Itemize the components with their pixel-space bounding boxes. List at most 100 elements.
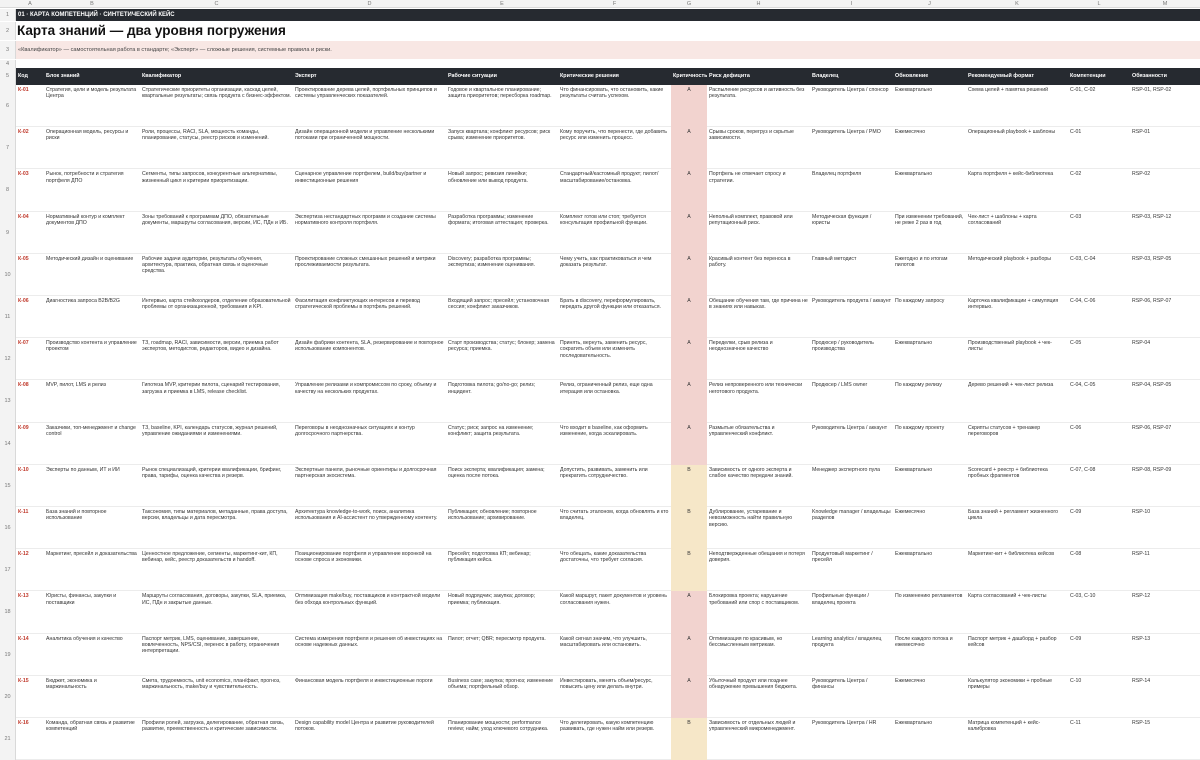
table-cell[interactable]: RSP-04 — [1130, 340, 1200, 379]
criticality-cell[interactable]: A — [671, 380, 707, 423]
table-cell[interactable]: Зависимость от отдельных людей и управле… — [707, 720, 810, 759]
table-cell[interactable]: С-08 — [1068, 551, 1130, 590]
table-cell[interactable]: ТЗ, roadmap, RACI, зависимости, версии, … — [140, 340, 293, 379]
table-cell[interactable]: Discovery; разработка программы; эксперт… — [446, 256, 558, 295]
table-cell[interactable]: Рынок, потребности и стратегия портфеля … — [44, 171, 140, 210]
row-number[interactable]: 14 — [0, 422, 16, 465]
table-cell[interactable]: RSP-14 — [1130, 678, 1200, 717]
column-header[interactable]: Критические решения — [558, 68, 671, 85]
row-number[interactable]: 7 — [0, 127, 16, 170]
table-cell[interactable]: Позиционирование портфеля и управление в… — [293, 551, 446, 590]
row-number[interactable]: 4 — [0, 60, 16, 68]
table-cell[interactable]: RSP-11 — [1130, 551, 1200, 590]
competency-code[interactable]: К-10 — [16, 467, 44, 506]
table-cell[interactable]: Design capability model Центра и развити… — [293, 720, 446, 759]
table-cell[interactable]: Запуск квартала; конфликт ресурсов; риск… — [446, 129, 558, 168]
table-cell[interactable]: Владелец портфеля — [810, 171, 893, 210]
table-cell[interactable]: С-05 — [1068, 340, 1130, 379]
table-cell[interactable]: Планирование мощности; performance revie… — [446, 720, 558, 759]
table-cell[interactable]: Аналитика обучения и качество — [44, 636, 140, 675]
table-cell[interactable]: Неподтвержденные обещания и потеря довер… — [707, 551, 810, 590]
table-cell[interactable]: С-03, С-10 — [1068, 593, 1130, 632]
table-cell[interactable]: Брать в discovery, переформулировать, пе… — [558, 298, 671, 337]
table-cell[interactable]: Экспертные панели, рыночные ориентиры и … — [293, 467, 446, 506]
column-header[interactable]: Критичность — [671, 68, 707, 85]
table-cell[interactable]: Проектирование сложных смешанных решений… — [293, 256, 446, 295]
competency-code[interactable]: К-16 — [16, 720, 44, 759]
table-cell[interactable]: Ежемесячно — [893, 678, 966, 717]
table-cell[interactable]: RSP-03, RSP-05 — [1130, 256, 1200, 295]
table-cell[interactable]: Руководитель Центра / финансы — [810, 678, 893, 717]
table-cell[interactable]: Юристы, финансы, закупки и поставщики — [44, 593, 140, 632]
criticality-cell[interactable]: B — [671, 507, 707, 550]
table-cell[interactable]: С-07, С-08 — [1068, 467, 1130, 506]
table-cell[interactable]: Проектирование дерева целей, портфельных… — [293, 87, 446, 126]
table-cell[interactable]: Руководитель Центра / PMO — [810, 129, 893, 168]
table-cell[interactable]: С-06 — [1068, 425, 1130, 464]
column-header[interactable]: Блок знаний — [44, 68, 140, 85]
table-cell[interactable]: Система измерения портфеля и решения об … — [293, 636, 446, 675]
table-cell[interactable]: Ежемесячно — [893, 129, 966, 168]
competency-code[interactable]: К-15 — [16, 678, 44, 717]
criticality-cell[interactable]: A — [671, 253, 707, 296]
table-cell[interactable]: Операционный playbook + шаблоны — [966, 129, 1068, 168]
table-cell[interactable]: Менеджер экспертного пула — [810, 467, 893, 506]
table-cell[interactable]: RSP-02 — [1130, 171, 1200, 210]
table-cell[interactable]: Команда, обратная связь и развитие компе… — [44, 720, 140, 759]
table-cell[interactable]: Ежеквартально — [893, 467, 966, 506]
table-cell[interactable]: Профили ролей, загрузка, делегирование, … — [140, 720, 293, 759]
table-cell[interactable]: Входящий запрос; пресейл; установочная с… — [446, 298, 558, 337]
table-cell[interactable]: Красивый контент без переноса в работу. — [707, 256, 810, 295]
row-number[interactable]: 1 — [0, 9, 16, 21]
row-number[interactable]: 16 — [0, 507, 16, 550]
table-cell[interactable]: Knowledge manager / владельцы разделов — [810, 509, 893, 548]
table-cell[interactable]: Руководитель Центра / спонсор — [810, 87, 893, 126]
table-cell[interactable]: Матрица компетенций + кейс-калибровка — [966, 720, 1068, 759]
criticality-cell[interactable]: B — [671, 718, 707, 760]
criticality-cell[interactable]: A — [671, 211, 707, 254]
criticality-cell[interactable]: A — [671, 675, 707, 718]
table-cell[interactable]: Ежеквартально — [893, 87, 966, 126]
table-cell[interactable]: Экспертиза нестандартных программ и созд… — [293, 214, 446, 253]
table-cell[interactable]: База знаний + регламент жизненного цикла — [966, 509, 1068, 548]
column-header[interactable]: Компетенции — [1068, 68, 1130, 85]
table-cell[interactable]: По каждому проекту — [893, 425, 966, 464]
table-cell[interactable]: Рабочие задачи аудитории, результаты обу… — [140, 256, 293, 295]
table-cell[interactable]: Руководитель Центра / аккаунт — [810, 425, 893, 464]
table-cell[interactable]: Дублирование, устаревание и невозможност… — [707, 509, 810, 548]
row-number[interactable]: 2 — [0, 22, 16, 40]
page-title[interactable]: Карта знаний — два уровня погружения — [16, 22, 1200, 40]
criticality-cell[interactable]: A — [671, 169, 707, 212]
table-cell[interactable]: Допустить, развивать, заменить или прекр… — [558, 467, 671, 506]
table-cell[interactable]: Что финансировать, что остановить, какие… — [558, 87, 671, 126]
column-header[interactable]: Риск дефицита — [707, 68, 810, 85]
table-cell[interactable]: Пресейл; подготовка КП; вебинар; публика… — [446, 551, 558, 590]
row-number[interactable]: 8 — [0, 169, 16, 212]
table-cell[interactable]: Продуктовый маркетинг / пресейл — [810, 551, 893, 590]
table-cell[interactable]: Подготовка пилота; go/no-go; релиз; инци… — [446, 382, 558, 421]
table-cell[interactable]: RSP-01, RSP-02 — [1130, 87, 1200, 126]
table-cell[interactable]: Принять, вернуть, заменить ресурс, сокра… — [558, 340, 671, 379]
table-cell[interactable]: С-03 — [1068, 214, 1130, 253]
table-cell[interactable]: Маркетинг, пресейл и доказательства — [44, 551, 140, 590]
criticality-cell[interactable]: A — [671, 633, 707, 676]
table-cell[interactable]: RSP-12 — [1130, 593, 1200, 632]
table-cell[interactable]: При изменении требований, не реже 2 раз … — [893, 214, 966, 253]
competency-code[interactable]: К-13 — [16, 593, 44, 632]
table-cell[interactable]: RSP-08, RSP-09 — [1130, 467, 1200, 506]
competency-code[interactable]: К-11 — [16, 509, 44, 548]
table-cell[interactable]: Стратегические приоритеты организации, к… — [140, 87, 293, 126]
column-letter[interactable]: F — [558, 0, 671, 8]
column-letter[interactable]: C — [140, 0, 293, 8]
table-cell[interactable]: Кому поручить, что перенести, где добави… — [558, 129, 671, 168]
table-cell[interactable]: Финансовая модель портфеля и инвестицион… — [293, 678, 446, 717]
table-cell[interactable]: Обещание обучения там, где причина не в … — [707, 298, 810, 337]
table-cell[interactable]: Комплект готов или стоп; требуется консу… — [558, 214, 671, 253]
table-cell[interactable]: Оптимизация make/buy, поставщиков и конт… — [293, 593, 446, 632]
table-cell[interactable]: Рынок специализаций, критерии квалификац… — [140, 467, 293, 506]
row-number[interactable]: 3 — [0, 41, 16, 59]
competency-code[interactable]: К-04 — [16, 214, 44, 253]
table-cell[interactable]: Срывы сроков, перегруз и скрытые зависим… — [707, 129, 810, 168]
table-cell[interactable]: Чек-лист + шаблоны + карта согласований — [966, 214, 1068, 253]
table-cell[interactable]: Блокировка проекта; нарушение требований… — [707, 593, 810, 632]
